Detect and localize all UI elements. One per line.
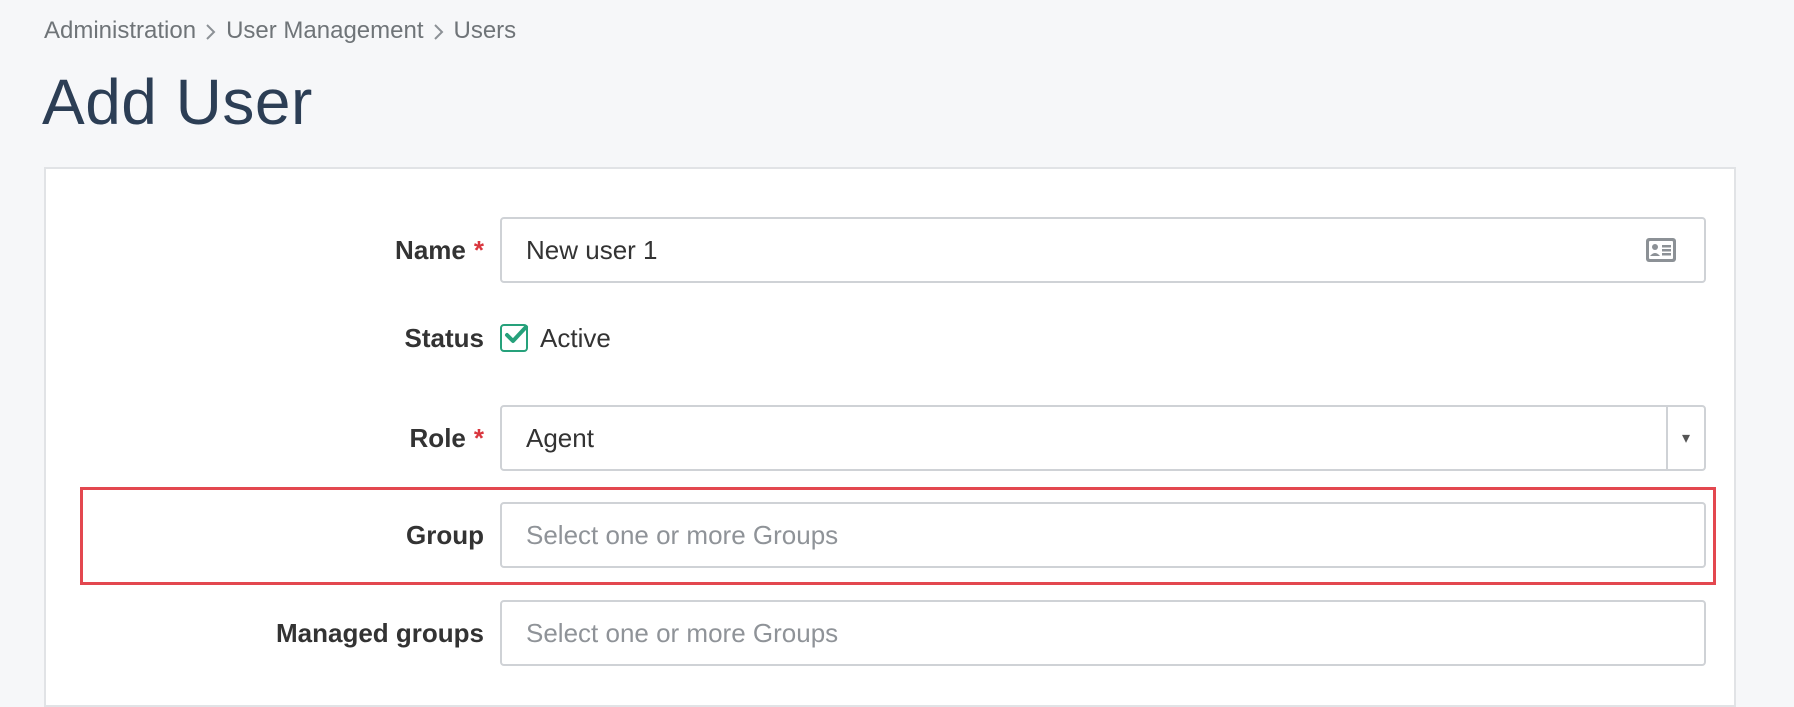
managed-groups-input[interactable] <box>502 602 1704 664</box>
active-checkbox-label[interactable]: Active <box>540 323 611 354</box>
checkmark-icon <box>505 325 528 343</box>
group-field[interactable] <box>500 502 1706 568</box>
required-marker: * <box>473 422 484 453</box>
breadcrumb-item-administration[interactable]: Administration <box>44 14 196 48</box>
page-title: Add User <box>42 66 313 138</box>
status-row: Status Active <box>46 305 1738 371</box>
group-input[interactable] <box>502 504 1704 566</box>
required-marker: * <box>473 234 484 265</box>
role-label: Role * <box>409 422 484 453</box>
contact-card-icon[interactable] <box>1644 236 1678 264</box>
managed-groups-row: Managed groups <box>46 600 1738 666</box>
add-user-form-panel: Name * Status <box>44 167 1736 707</box>
name-row: Name * <box>46 217 1738 283</box>
active-checkbox-wrapper[interactable]: Active <box>500 305 611 371</box>
role-select[interactable]: Agent ▾ <box>500 405 1706 471</box>
chevron-right-icon <box>424 14 454 48</box>
group-row: Group <box>46 502 1738 568</box>
name-field[interactable] <box>500 217 1706 283</box>
breadcrumb-item-users[interactable]: Users <box>454 14 517 48</box>
breadcrumb: Administration User Management Users <box>44 14 516 48</box>
status-label: Status <box>404 322 484 353</box>
chevron-right-icon <box>196 14 226 48</box>
managed-groups-label: Managed groups <box>275 617 484 648</box>
group-label: Group <box>406 519 484 550</box>
name-input[interactable] <box>502 219 1644 281</box>
breadcrumb-item-user-management[interactable]: User Management <box>226 14 423 48</box>
role-row: Role * Agent ▾ <box>46 405 1738 471</box>
chevron-down-icon[interactable]: ▾ <box>1666 407 1704 469</box>
managed-groups-field[interactable] <box>500 600 1706 666</box>
role-selected-value[interactable]: Agent <box>502 423 1666 454</box>
active-checkbox[interactable] <box>500 324 528 352</box>
name-label: Name * <box>395 234 484 265</box>
